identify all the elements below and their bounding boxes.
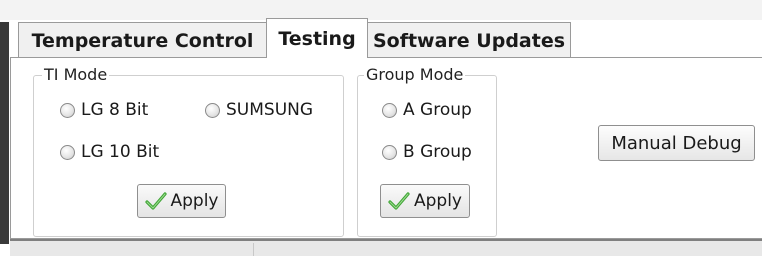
apply-label: Apply — [414, 191, 462, 211]
tab-label: Testing — [278, 27, 356, 50]
tab-software-updates[interactable]: Software Updates — [367, 22, 571, 58]
radio-lg-8-bit[interactable]: LG 8 Bit — [60, 100, 148, 120]
green-checkmark-icon — [144, 192, 167, 210]
radio-b-group[interactable]: B Group — [382, 142, 472, 162]
tab-temperature-control[interactable]: Temperature Control — [18, 22, 267, 58]
tab-label: Software Updates — [372, 29, 566, 52]
radio-label: SUMSUNG — [226, 100, 314, 120]
radio-label: LG 10 Bit — [81, 142, 160, 162]
group-mode-apply-button[interactable]: Apply — [380, 184, 470, 218]
radio-lg-10-bit[interactable]: LG 10 Bit — [60, 142, 159, 162]
radio-a-group[interactable]: A Group — [382, 100, 472, 120]
green-checkmark-icon — [388, 192, 410, 210]
status-bar-separator — [253, 243, 254, 256]
bottom-status-bar — [10, 239, 762, 256]
manual-debug-button[interactable]: Manual Debug — [598, 125, 755, 161]
radio-sumsung[interactable]: SUMSUNG — [205, 100, 313, 120]
tab-testing[interactable]: Testing — [266, 18, 368, 58]
window-top-strip — [0, 0, 762, 20]
radio-unchecked-icon — [60, 144, 75, 160]
tab-label: Temperature Control — [31, 29, 254, 52]
radio-label: LG 8 Bit — [81, 100, 149, 120]
apply-label: Apply — [170, 191, 219, 211]
ti-mode-apply-button[interactable]: Apply — [137, 184, 226, 218]
radio-unchecked-icon — [205, 102, 220, 118]
radio-unchecked-icon — [382, 144, 397, 160]
ti-mode-legend: TI Mode — [42, 65, 110, 84]
radio-label: A Group — [403, 100, 472, 120]
manual-debug-label: Manual Debug — [611, 132, 742, 154]
radio-unchecked-icon — [382, 102, 397, 118]
radio-unchecked-icon — [60, 102, 75, 118]
tab-strip: Temperature Control Testing Software Upd… — [10, 18, 762, 58]
group-mode-legend: Group Mode — [364, 65, 466, 84]
radio-label: B Group — [403, 142, 472, 162]
window-left-edge — [0, 22, 9, 244]
